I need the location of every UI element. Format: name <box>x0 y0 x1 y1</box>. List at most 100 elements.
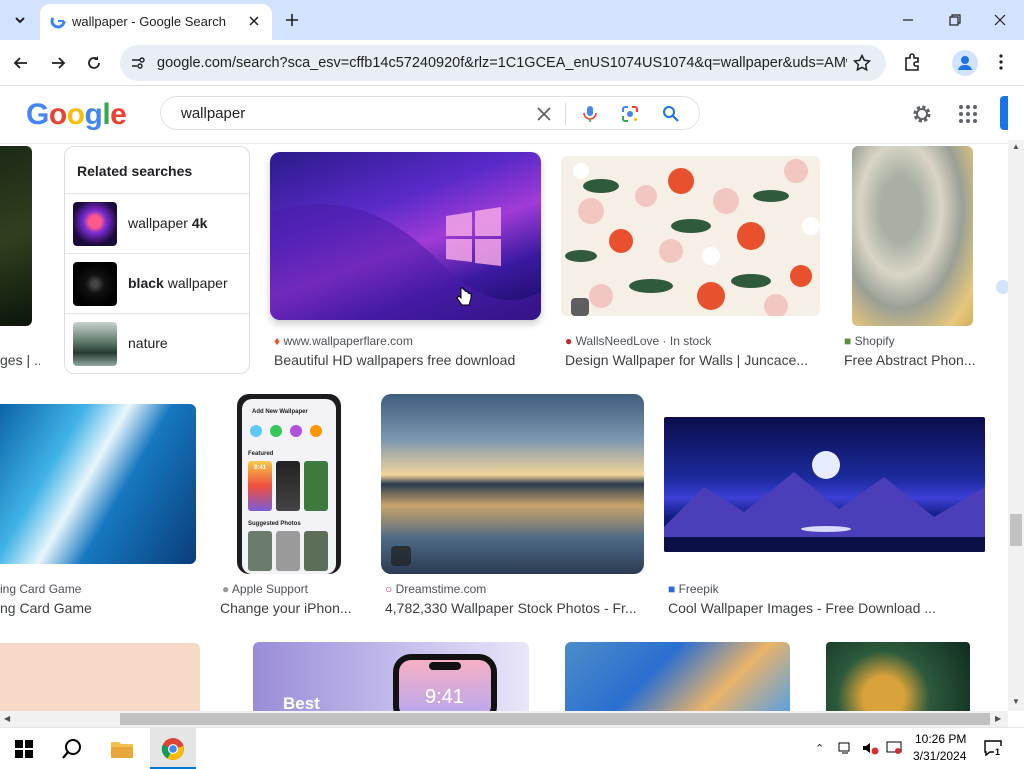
result-image[interactable]: Best 9:41 <box>253 642 529 711</box>
side-panel-icon[interactable] <box>996 280 1008 294</box>
taskbar-search-button[interactable] <box>61 738 83 760</box>
result-image[interactable] <box>852 146 973 326</box>
forward-button[interactable] <box>49 54 67 72</box>
clock-time[interactable]: 10:26 PM <box>915 732 966 746</box>
shopify-icon: ■ <box>844 334 852 348</box>
reload-button[interactable] <box>85 54 103 72</box>
result-image[interactable] <box>0 146 32 326</box>
scroll-up-arrow-icon[interactable]: ▲ <box>1012 142 1020 151</box>
scroll-right-arrow-icon[interactable]: ▶ <box>995 714 1001 723</box>
related-search-item[interactable]: black wallpaper <box>65 253 249 313</box>
result-image[interactable] <box>664 417 985 552</box>
result-image[interactable] <box>381 394 644 574</box>
result-title[interactable]: Design Wallpaper for Walls | Juncace... <box>565 352 815 368</box>
search-box[interactable]: wallpaper <box>160 96 700 130</box>
minimize-button[interactable] <box>900 12 916 28</box>
result-source[interactable]: ■ Freepik <box>668 582 719 596</box>
result-source[interactable]: ● Apple Support <box>222 582 308 596</box>
result-image[interactable] <box>561 156 820 316</box>
extensions-button[interactable] <box>903 53 921 71</box>
vertical-scroll-thumb[interactable] <box>1010 514 1022 546</box>
settings-button[interactable] <box>911 103 933 125</box>
image-text: Best <box>283 694 320 711</box>
result-title[interactable]: Change your iPhon... <box>220 600 354 616</box>
result-source[interactable]: ○ Dreamstime.com <box>385 582 486 596</box>
vertical-scrollbar[interactable]: ▲ ▼ <box>1008 140 1024 711</box>
phone-suggested-label: Suggested Photos <box>248 521 301 527</box>
profile-button[interactable] <box>952 50 978 76</box>
horizontal-scrollbar[interactable]: ◀ ▶ <box>0 711 1008 727</box>
result-image[interactable] <box>565 642 790 711</box>
lens-search-button[interactable] <box>620 104 640 124</box>
result-title[interactable]: 4,782,330 Wallpaper Stock Photos - Fr... <box>385 600 645 616</box>
restore-icon <box>949 14 961 26</box>
result-title[interactable]: Beautiful HD wallpapers free download <box>274 352 542 368</box>
result-image[interactable] <box>270 152 541 320</box>
arrow-right-icon <box>52 57 66 69</box>
back-button[interactable] <box>12 54 30 72</box>
folder-icon <box>111 742 133 758</box>
source-favicon-icon: ● <box>565 334 573 348</box>
result-image[interactable]: Add New Wallpaper Featured 9:41 Suggeste… <box>237 394 341 574</box>
phone-header: Add New Wallpaper <box>252 409 308 415</box>
search-button[interactable] <box>661 104 681 124</box>
chevron-down-icon <box>15 17 25 24</box>
related-search-label: wallpaper 4k <box>128 215 208 231</box>
volume-muted-icon[interactable] <box>862 741 880 755</box>
related-search-item[interactable]: nature <box>65 313 249 373</box>
notifications-button[interactable]: 1 <box>984 740 1002 756</box>
start-button[interactable] <box>15 740 33 758</box>
chrome-icon <box>161 738 184 760</box>
result-image[interactable] <box>0 643 200 711</box>
close-window-button[interactable] <box>992 12 1008 28</box>
google-logo[interactable]: Google <box>26 98 127 132</box>
tray-chevron-up-icon[interactable]: ⌃ <box>815 742 824 755</box>
file-explorer-button[interactable] <box>110 739 134 759</box>
result-title[interactable]: ges | ... <box>0 352 40 368</box>
tab-close-button[interactable] <box>246 13 262 29</box>
phone-icon-row <box>248 425 330 439</box>
site-info-icon[interactable] <box>130 55 146 71</box>
phone-time: 9:41 <box>254 465 267 471</box>
scroll-down-arrow-icon[interactable]: ▼ <box>1012 697 1020 706</box>
more-vert-icon <box>999 54 1003 70</box>
result-title[interactable]: Free Abstract Phon... <box>844 352 980 368</box>
result-image[interactable] <box>0 404 196 564</box>
display-icon[interactable] <box>886 741 902 755</box>
result-title[interactable]: Cool Wallpaper Images - Free Download ..… <box>668 600 944 616</box>
close-icon <box>537 107 551 121</box>
active-tab[interactable]: wallpaper - Google Search <box>40 4 272 40</box>
tab-search-button[interactable] <box>10 10 30 30</box>
clock-date[interactable]: 3/31/2024 <box>913 749 966 763</box>
search-input[interactable]: wallpaper <box>181 105 245 122</box>
image-badge-icon <box>391 546 411 566</box>
address-bar[interactable]: google.com/search?sca_esv=cffb14c5724092… <box>120 45 886 81</box>
search-icon <box>62 739 81 759</box>
url-text: google.com/search?sca_esv=cffb14c5724092… <box>157 55 847 71</box>
new-tab-button[interactable] <box>284 12 300 28</box>
result-source[interactable]: ■ Shopify <box>844 334 895 348</box>
chrome-menu-button[interactable] <box>992 53 1010 71</box>
result-source[interactable]: ● WallsNeedLove · In stock <box>565 334 711 348</box>
restore-button[interactable] <box>947 12 963 28</box>
close-icon <box>994 14 1006 26</box>
person-icon <box>958 56 972 70</box>
arrow-left-icon <box>13 57 27 69</box>
voice-search-button[interactable] <box>581 104 599 124</box>
reload-icon <box>88 56 100 69</box>
bookmark-star-button[interactable] <box>853 54 871 72</box>
clear-search-button[interactable] <box>535 105 553 123</box>
chrome-taskbar-button[interactable] <box>150 728 196 769</box>
scroll-left-arrow-icon[interactable]: ◀ <box>4 714 10 723</box>
result-title[interactable]: ng Card Game <box>0 600 200 616</box>
sign-in-button[interactable] <box>1000 96 1008 130</box>
horizontal-scroll-thumb[interactable] <box>120 713 990 725</box>
google-apps-button[interactable] <box>958 104 978 124</box>
related-search-item[interactable]: wallpaper 4k <box>65 193 249 253</box>
result-source[interactable]: ing Card Game <box>0 582 81 596</box>
network-icon[interactable] <box>838 741 854 755</box>
result-source[interactable]: ♦ www.wallpaperflare.com <box>274 334 413 348</box>
gear-icon <box>913 105 931 123</box>
related-searches-heading: Related searches <box>77 163 193 179</box>
result-image[interactable] <box>826 642 970 711</box>
